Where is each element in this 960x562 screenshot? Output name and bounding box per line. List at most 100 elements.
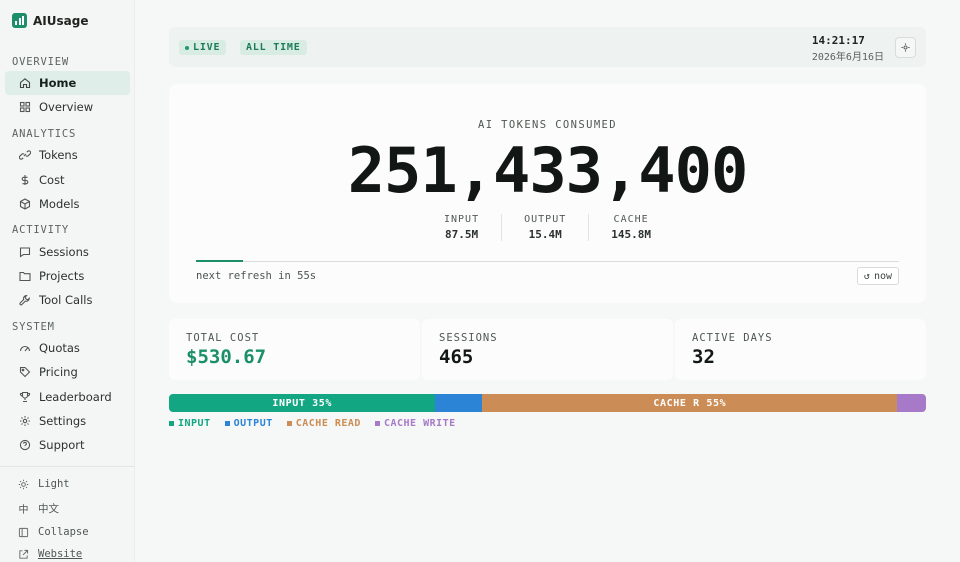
token-stat-input: INPUT 87.5M (422, 214, 501, 241)
sidebar-item-models[interactable]: Models (5, 192, 130, 216)
live-label: LIVE (193, 42, 221, 53)
theme-label: Light (38, 478, 70, 490)
sidebar-item-label: Projects (39, 269, 85, 283)
sidebar-item-label: Support (39, 438, 85, 452)
trophy-icon (19, 391, 31, 403)
sidebar-item-leaderboard[interactable]: Leaderboard (5, 385, 130, 409)
section-overview: OVERVIEW (12, 56, 69, 68)
theme-toggle[interactable]: Light (18, 478, 70, 490)
composition-legend: INPUT OUTPUT CACHE READ CACHE WRITE (169, 418, 456, 429)
language-glyph-icon: 中 (18, 505, 29, 516)
sidebar-item-tokens[interactable]: Tokens (5, 143, 130, 167)
sidebar-item-settings[interactable]: Settings (5, 409, 130, 433)
bar-chart-icon (12, 13, 27, 28)
sidebar-item-label: Quotas (39, 341, 80, 355)
refresh-progress-fill (196, 260, 244, 262)
sidebar-item-label: Models (39, 197, 80, 211)
sidebar-item-pricing[interactable]: Pricing (5, 360, 130, 384)
legend-label: CACHE WRITE (383, 418, 456, 429)
app-title: AIUsage (33, 13, 89, 28)
sidebar-item-overview[interactable]: Overview (5, 95, 130, 119)
composition-segment-input: INPUT 35% (169, 394, 436, 412)
sidebar-item-label: Leaderboard (39, 390, 112, 404)
sidebar-item-label: Settings (39, 414, 87, 428)
sidebar-item-sessions[interactable]: Sessions (5, 240, 130, 264)
stat-key: INPUT (444, 214, 480, 225)
legend-label: OUTPUT (233, 418, 273, 429)
dollar-icon (21, 175, 29, 185)
legend-item: OUTPUT (224, 418, 273, 429)
legend-swatch-icon (286, 421, 292, 426)
composition-segment-cache-write (897, 394, 926, 412)
legend-swatch-icon (224, 421, 230, 426)
tokens-card: AI TOKENS CONSUMED 251,433,400 INPUT 87.… (169, 84, 926, 303)
sidebar-item-label: Overview (39, 100, 94, 114)
chat-icon (19, 247, 31, 258)
composition-segment-output (435, 394, 483, 412)
legend-label: INPUT (178, 418, 211, 429)
stat-key: OUTPUT (524, 214, 567, 225)
sidebar-item-support[interactable]: Support (5, 433, 130, 457)
legend-item: INPUT (169, 418, 211, 429)
card-value: 465 (439, 346, 474, 368)
legend-swatch-icon (374, 421, 380, 426)
stat-value: 87.5M (444, 228, 479, 241)
tokens-total: 251,433,400 (347, 134, 749, 207)
sidebar-item-home[interactable]: Home (5, 71, 130, 95)
collapse-button[interactable]: Collapse (18, 526, 89, 538)
gauge-icon (19, 345, 31, 352)
link-icon (19, 150, 31, 160)
clock: 14:21:17 2026年6月16日 (812, 34, 884, 63)
refresh-icon: ↺ (863, 270, 870, 282)
active-days-card: ACTIVE DAYS 32 (675, 319, 926, 380)
sidebar: AIUsage OVERVIEW Home Overview ANALYTICS… (0, 0, 135, 562)
stat-value: 145.8M (611, 228, 651, 241)
live-badge: LIVE (179, 40, 227, 55)
clock-time: 14:21:17 (811, 34, 865, 47)
composition-segment-cache-read: CACHE R 55% (482, 394, 898, 412)
gear-icon (20, 416, 30, 426)
help-icon (19, 439, 31, 451)
refresh-now-button[interactable]: ↺ now (856, 267, 899, 285)
token-stat-cache: CACHE 145.8M (588, 214, 673, 241)
settings-button[interactable] (895, 37, 916, 58)
sidebar-item-label: Home (39, 76, 77, 90)
sidebar-item-label: Sessions (39, 245, 89, 259)
section-system: SYSTEM (12, 321, 55, 333)
refresh-countdown: next refresh in 55s (196, 270, 317, 282)
card-value: $530.67 (186, 346, 267, 368)
clock-date: 2026年6月16日 (811, 52, 884, 63)
range-label: ALL TIME (246, 42, 301, 53)
sidebar-item-tool-calls[interactable]: Tool Calls (5, 288, 130, 312)
sidebar-divider (0, 466, 135, 467)
cube-icon (19, 198, 31, 210)
sidebar-item-projects[interactable]: Projects (5, 264, 130, 288)
token-composition-bar: INPUT 35% CACHE R 55% (169, 394, 926, 412)
sun-icon (18, 479, 29, 489)
token-stat-output: OUTPUT 15.4M (501, 214, 588, 241)
legend-item: CACHE WRITE (374, 418, 456, 429)
section-analytics: ANALYTICS (12, 128, 77, 140)
card-key: TOTAL COST (186, 332, 260, 344)
stat-value: 15.4M (528, 228, 562, 241)
card-key: SESSIONS (439, 332, 498, 344)
brand[interactable]: AIUsage (12, 13, 88, 28)
refresh-now-label: now (873, 270, 892, 282)
home-icon (19, 78, 31, 89)
sidebar-item-label: Pricing (39, 365, 78, 379)
summary-cards: TOTAL COST $530.67 SESSIONS 465 ACTIVE D… (169, 319, 926, 380)
website-link[interactable]: Website (18, 548, 82, 560)
language-label: 中文 (38, 503, 59, 515)
sidebar-item-cost[interactable]: Cost (5, 168, 130, 192)
folder-icon (19, 271, 31, 282)
sessions-card: SESSIONS 465 (422, 319, 673, 380)
external-link-icon (19, 549, 29, 559)
total-cost-card: TOTAL COST $530.67 (169, 319, 420, 380)
wrench-icon (19, 294, 30, 306)
refresh-progress-track (196, 260, 899, 262)
stat-key: CACHE (613, 214, 649, 225)
language-toggle[interactable]: 中 中文 (18, 501, 60, 516)
range-badge[interactable]: ALL TIME (240, 40, 307, 55)
token-breakdown: INPUT 87.5M OUTPUT 15.4M CACHE 145.8M (169, 214, 926, 241)
sidebar-item-quotas[interactable]: Quotas (5, 336, 130, 360)
